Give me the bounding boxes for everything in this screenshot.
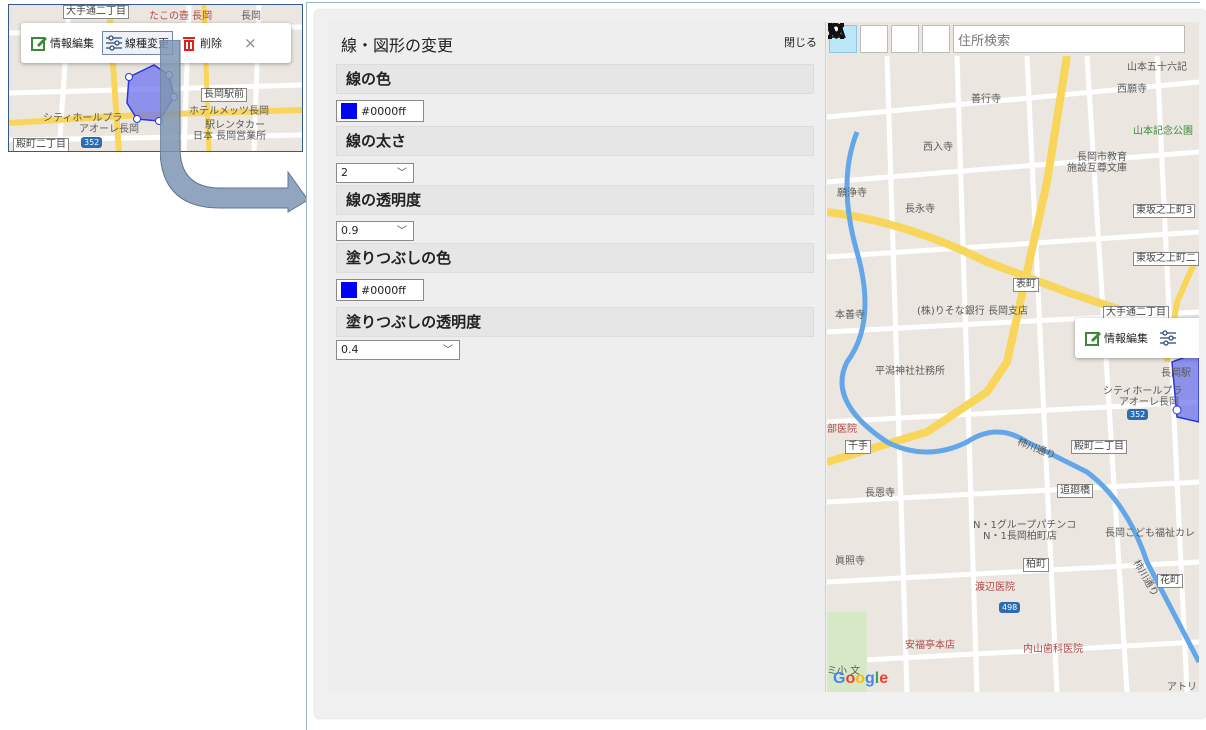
- line-color-heading: 線の色: [336, 64, 814, 94]
- line-width-heading: 線の太さ: [336, 126, 814, 156]
- map-park-label: 山本記念公園: [1133, 126, 1193, 137]
- map-poi-label: (株)りそな銀行 長岡支店: [917, 306, 1028, 317]
- fill-color-value: #0000ff: [361, 283, 406, 297]
- inset-place-label: たこの壺 長岡: [149, 11, 213, 22]
- map-toolbar: 住所検索: [827, 22, 1185, 56]
- map-route-shield: 498: [999, 602, 1021, 613]
- inset-cityhall-label: アオーレ長岡: [79, 124, 139, 135]
- map-poi-label: 長岡こども福祉カレ: [1105, 528, 1195, 539]
- map-street-label: 殿町二丁目: [1071, 440, 1127, 454]
- color-swatch: [341, 282, 357, 298]
- polyline-tool-button[interactable]: [828, 22, 919, 53]
- main-map[interactable]: 山本五十六記 西願寺 善行寺 山本記念公園 西入寺 長岡市教育 施設互尊文庫 願…: [827, 22, 1199, 692]
- map-poi-label: 西願寺: [1117, 84, 1147, 95]
- search-icon: [828, 23, 844, 39]
- map-poi-label: 渡辺医院: [975, 582, 1015, 593]
- inset-street-label: 殿町二丁目: [13, 138, 69, 151]
- map-poi-label: 善行寺: [971, 94, 1001, 105]
- map-poi-label: 長永寺: [905, 204, 935, 215]
- connector-arrow: [160, 40, 309, 213]
- inset-route-shield: 352: [81, 137, 103, 148]
- map-poi-label: 施設互尊文庫: [1067, 163, 1127, 174]
- line-width-value: 2: [341, 166, 348, 179]
- fill-color-heading: 塗りつぶしの色: [336, 243, 814, 273]
- map-street-label: 柏町: [1023, 558, 1049, 572]
- map-shape-popup: 情報編集: [1075, 318, 1199, 358]
- edit-info-button[interactable]: 情報編集: [27, 31, 98, 55]
- map-poi-label: 山本五十六記: [1127, 62, 1187, 73]
- map-poi-label: アトリ: [1167, 682, 1197, 692]
- close-panel-button[interactable]: 閉じる: [784, 34, 817, 50]
- map-poi-label: 本善寺: [835, 310, 865, 321]
- chevron-down-icon: ﹀: [443, 345, 453, 356]
- edit-icon: [31, 35, 47, 51]
- map-poi-label: 長岡駅: [1161, 368, 1191, 379]
- edit-icon: [1085, 330, 1101, 346]
- line-style-button[interactable]: [1156, 326, 1180, 350]
- map-poi-label: 平潟神社社務所: [875, 366, 945, 377]
- map-poi-label: 安福亭本店: [905, 640, 955, 651]
- line-opacity-value: 0.9: [341, 224, 359, 237]
- map-route-shield: 352: [1127, 409, 1149, 420]
- fill-opacity-heading: 塗りつぶしの透明度: [336, 307, 814, 337]
- line-width-select[interactable]: 2 ﹀: [336, 163, 414, 183]
- map-street-label: 表町: [1013, 278, 1039, 292]
- map-poi-label: N・1長岡柏町店: [983, 531, 1057, 542]
- map-poi-label: 長恩寺: [865, 488, 895, 499]
- edit-info-button[interactable]: 情報編集: [1081, 326, 1152, 350]
- marker-tool-button[interactable]: [830, 23, 888, 53]
- panel-title: 線・図形の変更: [341, 36, 454, 55]
- rectangle-tool-button[interactable]: [828, 23, 950, 53]
- map-poi-label: 部医院: [827, 424, 857, 435]
- fill-opacity-select[interactable]: 0.4 ﹀: [336, 340, 460, 360]
- map-poi-label: 内山歯科医院: [1023, 644, 1083, 655]
- map-street-label: 東坂之上町二: [1133, 252, 1199, 266]
- sliders-icon: [1160, 330, 1176, 346]
- fill-color-picker[interactable]: #0000ff: [336, 279, 424, 301]
- search-placeholder: 住所検索: [958, 33, 1011, 49]
- map-poi-label: アオーレ長岡: [1119, 397, 1179, 408]
- inset-place-label: 長岡: [241, 11, 261, 22]
- map-street-label: 追廻橋: [1057, 484, 1093, 498]
- color-swatch: [341, 103, 357, 119]
- map-poi-label: 願浄寺: [837, 188, 867, 199]
- chevron-down-icon: ﹀: [397, 226, 407, 237]
- map-poi-label: 西入寺: [923, 142, 953, 153]
- sliders-icon: [106, 35, 122, 51]
- fill-opacity-value: 0.4: [341, 343, 359, 356]
- map-street-label: 東坂之上町3: [1133, 204, 1196, 218]
- map-poi-label: 眞照寺: [835, 556, 865, 567]
- google-logo: Google: [833, 670, 889, 687]
- line-opacity-select[interactable]: 0.9 ﹀: [336, 221, 414, 241]
- edit-info-label: 情報編集: [50, 37, 94, 50]
- inset-street-label: 大手通二丁目: [63, 5, 129, 19]
- line-color-value: #0000ff: [361, 104, 406, 118]
- map-street-label: 千手: [845, 440, 871, 454]
- shape-style-panel: 線・図形の変更 閉じる 線の色 #0000ff 線の太さ 2 ﹀ 線の透明度 0…: [329, 22, 826, 692]
- edit-info-label: 情報編集: [1104, 332, 1148, 345]
- chevron-down-icon: ﹀: [397, 168, 407, 179]
- address-search-input[interactable]: 住所検索: [828, 23, 1185, 53]
- line-opacity-heading: 線の透明度: [336, 185, 814, 215]
- line-color-picker[interactable]: #0000ff: [336, 100, 424, 122]
